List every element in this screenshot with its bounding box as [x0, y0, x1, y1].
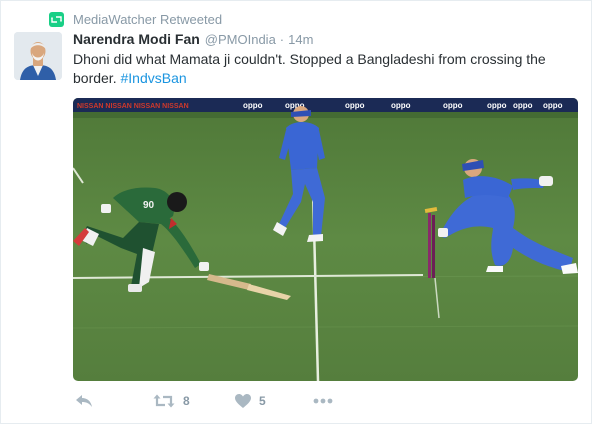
reply-icon [75, 394, 93, 408]
jersey-number: 90 [143, 200, 155, 211]
more-icon [313, 398, 333, 404]
retweet-button[interactable]: 8 [153, 390, 190, 412]
avatar[interactable] [14, 32, 62, 80]
retweet-count: 8 [183, 394, 190, 408]
retweet-context: MediaWatcher Retweeted [49, 11, 222, 27]
boundary-oppo-text: oppo [543, 101, 563, 110]
boundary-nissan-text: NISSAN NISSAN NISSAN NISSAN [77, 103, 189, 110]
boundary-oppo-text: oppo [443, 101, 463, 110]
author-name[interactable]: Narendra Modi Fan [73, 31, 200, 47]
boundary-oppo-text: oppo [243, 101, 263, 110]
tweet-text: Dhoni did what Mamata ji couldn't. Stopp… [73, 50, 573, 88]
heart-icon [235, 394, 251, 408]
more-button[interactable] [313, 390, 333, 412]
author-handle[interactable]: @PMOIndia [205, 32, 276, 47]
tweet-actions: 8 5 [73, 390, 373, 412]
retweet-icon [49, 11, 64, 27]
tweet-header: Narendra Modi Fan @PMOIndia · 14m [73, 31, 313, 47]
reply-button[interactable] [75, 390, 93, 412]
boundary-oppo-text: oppo [513, 101, 533, 110]
retweeter-link[interactable]: MediaWatcher Retweeted [73, 12, 222, 27]
like-count: 5 [259, 394, 266, 408]
retweet-icon [153, 394, 175, 408]
boundary-oppo-text: oppo [487, 101, 507, 110]
boundary-oppo-text: oppo [345, 101, 365, 110]
boundary-oppo-text: oppo [391, 101, 411, 110]
hashtag-link[interactable]: #IndvsBan [120, 70, 186, 86]
tweet-media-photo[interactable]: NISSAN NISSAN NISSAN NISSAN oppo oppo op… [73, 98, 578, 381]
like-button[interactable]: 5 [235, 390, 266, 412]
tweet-timestamp[interactable]: 14m [288, 32, 313, 47]
tweet-card[interactable]: MediaWatcher Retweeted Narendra Modi Fan… [0, 0, 592, 424]
separator: · [279, 32, 285, 47]
